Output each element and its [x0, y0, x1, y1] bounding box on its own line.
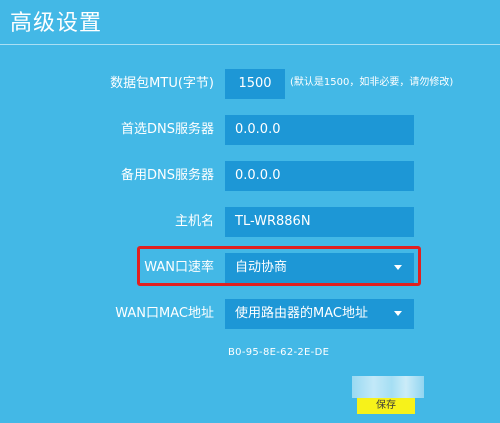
mtu-hint: (默认是1500，如非必要，请勿修改) [290, 77, 454, 88]
caret-down-icon [394, 311, 402, 316]
hostname-label: 主机名 [174, 214, 214, 229]
primary-dns-input[interactable]: 0.0.0.0 [225, 115, 414, 145]
primary-dns-label: 首选DNS服务器 [121, 122, 214, 137]
secondary-dns-label: 备用DNS服务器 [121, 168, 214, 183]
page-title: 高级设置 [10, 11, 103, 36]
blurred-region [352, 376, 424, 398]
mtu-label: 数据包MTU(字节) [110, 76, 214, 91]
wan-mac-label: WAN口MAC地址 [115, 306, 214, 321]
title-divider [0, 44, 500, 45]
hostname-input[interactable]: TL-WR886N [225, 207, 414, 237]
save-button[interactable]: 保存 [357, 398, 415, 414]
wan-mac-selected: 使用路由器的MAC地址 [235, 306, 368, 321]
highlight-annotation [137, 246, 421, 286]
mac-address-text: B0-95-8E-62-2E-DE [228, 347, 330, 358]
wan-mac-select[interactable]: 使用路由器的MAC地址 [225, 299, 414, 329]
secondary-dns-input[interactable]: 0.0.0.0 [225, 161, 414, 191]
mtu-input[interactable]: 1500 [225, 69, 285, 99]
